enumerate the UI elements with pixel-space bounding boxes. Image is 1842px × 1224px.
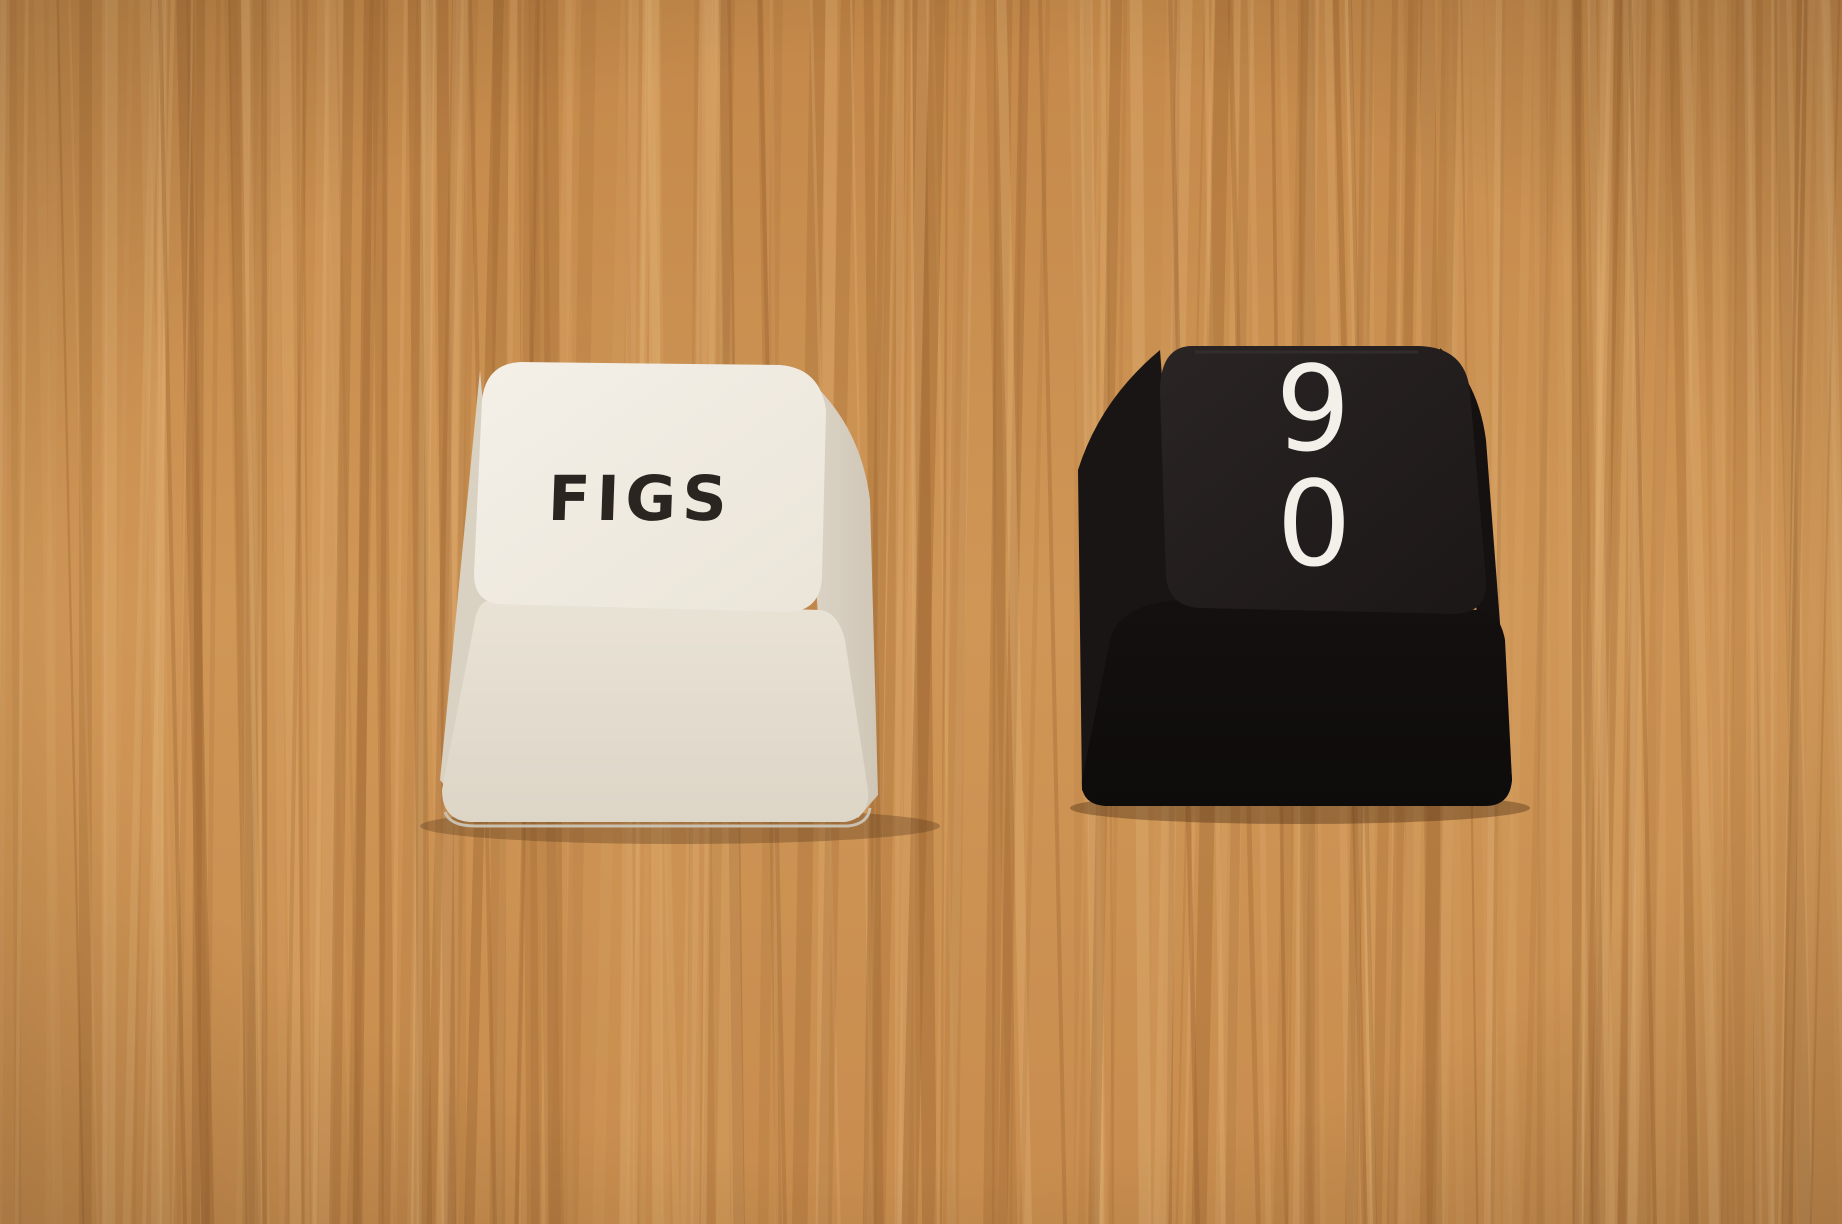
bamboo-wood-background <box>0 0 1842 1224</box>
photo-scene: FIGS 9 0 <box>0 0 1842 1224</box>
